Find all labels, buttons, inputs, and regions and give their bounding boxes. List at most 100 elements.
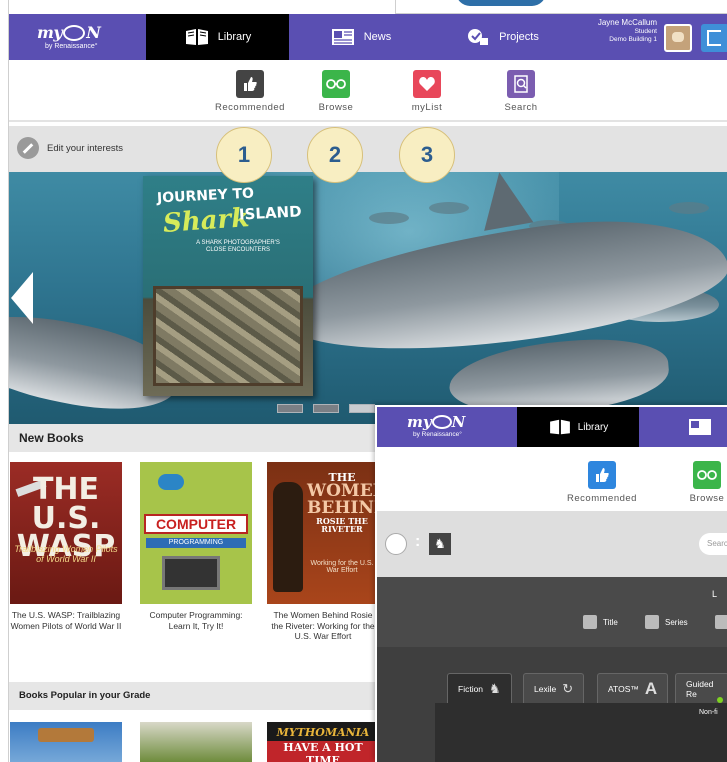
filter-label: L (712, 589, 718, 599)
projects-icon (468, 29, 489, 45)
browse-toolbar: : ♞ Search (377, 511, 727, 577)
tab-fiction[interactable]: Fiction ♞ (447, 673, 512, 703)
subnav-search[interactable]: Search (481, 70, 561, 113)
tab-label: Library (217, 31, 252, 43)
subnav-label: Browse (318, 102, 354, 113)
user-school: Demo Building 1 (609, 36, 657, 44)
cover-illustration (153, 286, 303, 386)
cover-title-line: Shark (162, 203, 251, 239)
overlay-navbar: my N by Renaissance° Library (377, 407, 727, 447)
subnav-browse[interactable]: Browse (667, 461, 727, 504)
callout-1: 1 (216, 127, 272, 183)
lexile-icon: ↻ (562, 680, 574, 696)
book-card[interactable]: THE WOMEN BEHIND ROSIE THE RIVETER Worki… (267, 462, 379, 642)
book-cover: COMPUTER PROGRAMMING (140, 462, 252, 604)
cover-subtext: Working for the U.S. War Effort (310, 560, 374, 574)
checkbox-partial[interactable] (715, 615, 727, 629)
series-checkbox[interactable]: Series (645, 615, 688, 629)
logo-o-mark (63, 24, 86, 41)
overlay-subnav: Recommended Browse (377, 447, 727, 511)
carousel-dot[interactable] (349, 404, 375, 413)
tree-icon[interactable] (385, 533, 407, 555)
popular-books-heading: Books Popular in your Grade (9, 682, 389, 710)
callout-2: 2 (307, 127, 363, 183)
heart-icon (413, 70, 441, 98)
tab-library[interactable]: Library (146, 14, 289, 60)
toggle-indicator[interactable] (717, 697, 723, 703)
subnav-mylist[interactable]: myList (387, 70, 467, 113)
checkbox-box[interactable] (715, 615, 727, 629)
cover-text-line: WOMEN BEHIND (307, 481, 379, 518)
horse-icon: ♞ (489, 680, 501, 696)
tab-label: News (363, 31, 392, 43)
tab-label: Fiction (458, 683, 484, 694)
pencil-icon[interactable] (17, 137, 39, 159)
featured-carousel[interactable]: JOURNEY TO Shark ISLAND A SHARK PHOTOGRA… (9, 172, 727, 424)
featured-book-cover[interactable]: JOURNEY TO Shark ISLAND A SHARK PHOTOGRA… (143, 176, 313, 396)
search-icon (507, 70, 535, 98)
tab-news[interactable]: News (289, 14, 432, 60)
filter-panel (435, 703, 727, 762)
cloud-icon (158, 474, 184, 490)
tab-label: Lexile (534, 683, 557, 694)
book-title: Computer Programming: Learn It, Try It! (149, 610, 243, 631)
top-navbar: my N by Renaissance° Library News Project… (9, 14, 727, 60)
carousel-pagination (277, 404, 375, 413)
cover-band: COMPUTER (144, 514, 248, 534)
carousel-dot[interactable] (313, 404, 339, 413)
cover-subtext: PROGRAMMING (146, 538, 246, 548)
nonfiction-label: Non-fi (699, 709, 718, 716)
cover-subtitle: A SHARK PHOTOGRAPHER'S CLOSE ENCOUNTERS (196, 240, 280, 254)
filter-tabs: Fiction ♞ Lexile ↻ ATOS™ A Guided Re (377, 647, 727, 762)
cover-text-line: ROSIE THE RIVETER (316, 516, 368, 534)
window-arc (456, 0, 546, 6)
popular-book-cover[interactable] (140, 722, 252, 762)
subnav-label: Browse (689, 493, 725, 504)
new-books-heading: New Books (9, 424, 389, 452)
newspaper-icon[interactable] (687, 417, 713, 437)
tab-library[interactable]: Library (517, 407, 639, 447)
book-card[interactable]: COMPUTER PROGRAMMING Computer Programmin… (140, 462, 252, 631)
subnav-label: Recommended (567, 493, 637, 504)
browse-screen-overlay: my N by Renaissance° Library Recommended … (375, 405, 727, 762)
avatar[interactable] (664, 24, 692, 52)
cover-title-line: ISLAND (238, 202, 302, 224)
book-title: The Women Behind Rosie the Riveter: Work… (271, 610, 375, 642)
carousel-dot[interactable] (277, 404, 303, 413)
cover-text: THE WOMEN BEHIND ROSIE THE RIVETER (307, 472, 379, 534)
checkbox-box[interactable] (583, 615, 597, 629)
title-checkbox[interactable]: Title (583, 615, 618, 629)
popular-book-cover[interactable] (10, 722, 122, 762)
myon-logo[interactable]: my N by Renaissance° (407, 413, 465, 438)
myon-logo[interactable]: my N by Renaissance° (37, 23, 117, 50)
book-title: The U.S. WASP: Trailblazing Women Pilots… (10, 610, 122, 631)
subnav-label: Recommended (215, 102, 285, 113)
woman-silhouette (273, 482, 303, 592)
interests-bar: Edit your interests (9, 126, 727, 172)
carousel-prev-arrow[interactable] (11, 272, 33, 324)
thumbs-up-icon (588, 461, 616, 489)
tab-label: Guided Re (686, 678, 714, 699)
logo-o-mark (431, 415, 452, 429)
glasses-icon (322, 70, 350, 98)
checkbox-label: Title (603, 617, 618, 627)
search-input[interactable]: Search (699, 533, 727, 555)
newspaper-icon (331, 29, 354, 45)
subnav-browse[interactable]: Browse (296, 70, 376, 113)
glasses-icon (693, 461, 721, 489)
popular-book-cover[interactable]: MYTHOMANIA HAVE A HOT TIME (267, 722, 379, 762)
laptop-illustration (162, 556, 220, 590)
hammerhead-shark (669, 202, 709, 214)
tab-lexile[interactable]: Lexile ↻ (523, 673, 585, 703)
tab-label: Library (577, 421, 609, 433)
subnav-recommended[interactable]: Recommended (210, 70, 290, 113)
edit-interests-link[interactable]: Edit your interests (47, 143, 123, 154)
book-icon (549, 419, 570, 435)
logout-icon[interactable] (701, 24, 727, 52)
logo-sub: by Renaissance° (413, 431, 462, 438)
subnav-recommended[interactable]: Recommended (562, 461, 642, 504)
book-card[interactable]: THE U.S. WASP Trailblazing Women Pilots … (10, 462, 122, 631)
tab-atos[interactable]: ATOS™ A (597, 673, 669, 703)
fiction-horse-icon[interactable]: ♞ (429, 533, 451, 555)
checkbox-box[interactable] (645, 615, 659, 629)
